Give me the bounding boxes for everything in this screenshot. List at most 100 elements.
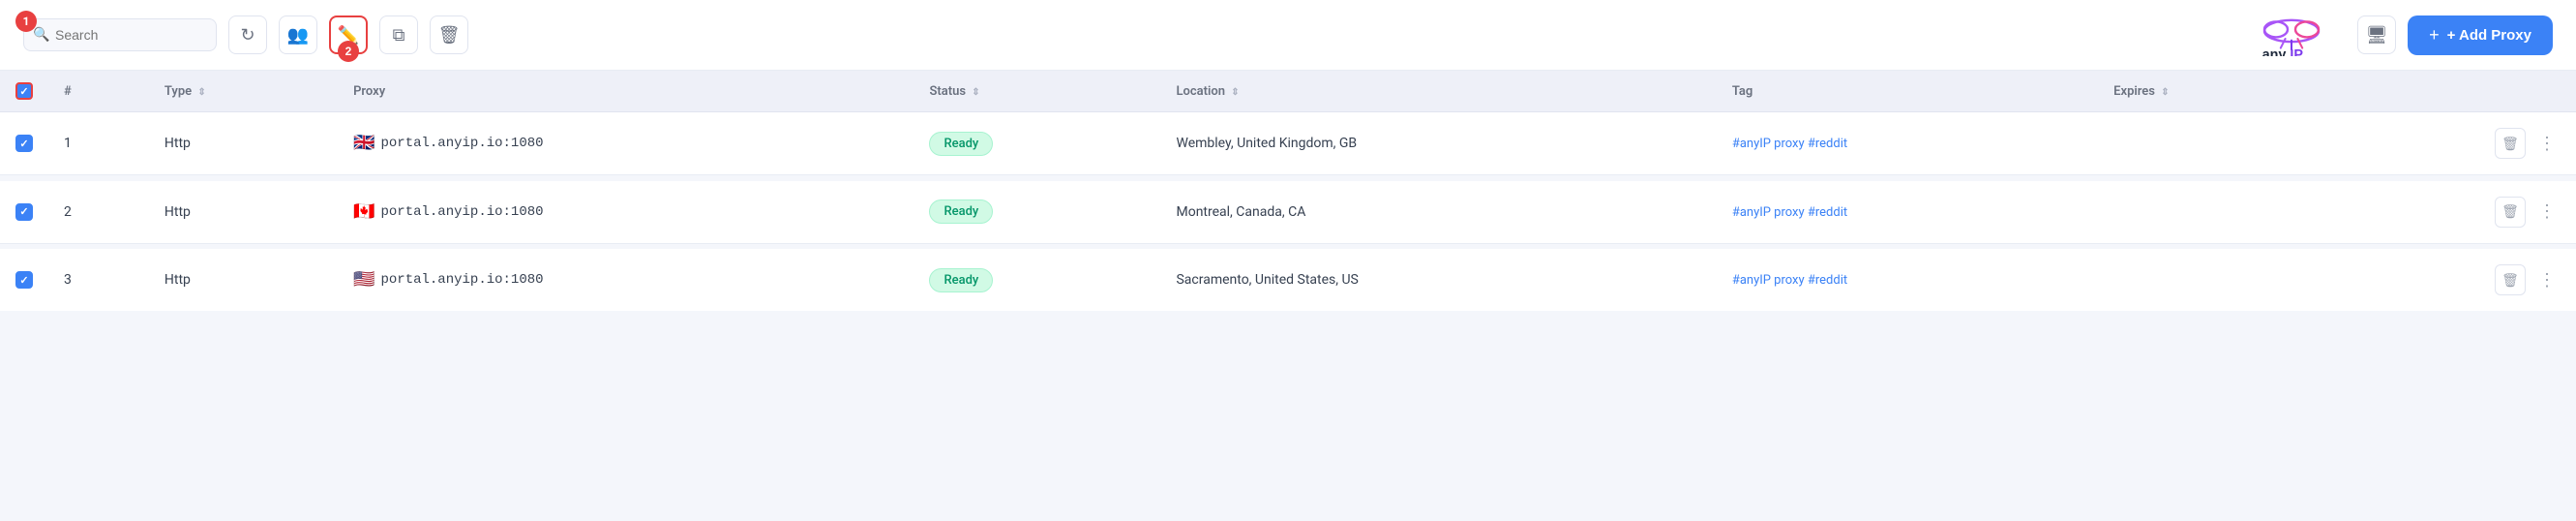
proxy-table: # Type ⇕ Proxy Status ⇕ Location ⇕	[0, 71, 2576, 311]
flag-icon-2: 🇺🇸	[353, 269, 374, 291]
trash-icon-2: 🗑	[2501, 272, 2519, 289]
proxy-address-1[interactable]: portal.anyip.io:1080	[381, 204, 544, 220]
row-number-2: 3	[48, 249, 149, 311]
row-actions-2: 🗑 ⋮	[2323, 249, 2576, 311]
search-wrapper: 1 🔍	[23, 18, 217, 51]
header-type[interactable]: Type ⇕	[149, 71, 338, 112]
header-tag: Tag	[1717, 71, 2098, 112]
status-sort-icon: ⇕	[972, 87, 979, 98]
table-header: # Type ⇕ Proxy Status ⇕ Location ⇕	[0, 71, 2576, 112]
header-checkbox-cell[interactable]	[0, 71, 48, 112]
row-actions-0: 🗑 ⋮	[2323, 112, 2576, 175]
row-tags-1[interactable]: #anyIP proxy #reddit	[1717, 181, 2098, 244]
more-icon-2: ⋮	[2538, 270, 2556, 291]
row-location-0: Wembley, United Kingdom, GB	[1160, 112, 1716, 175]
monitor-icon: 🖥	[2366, 25, 2388, 46]
tag-link-0[interactable]: #anyIP proxy #reddit	[1732, 137, 1847, 151]
proxy-address-0[interactable]: portal.anyip.io:1080	[381, 136, 544, 151]
row-delete-button-0[interactable]: 🗑	[2495, 128, 2526, 159]
row-number-0: 1	[48, 112, 149, 175]
status-badge-1: Ready	[929, 199, 993, 224]
add-proxy-button[interactable]: + + Add Proxy	[2408, 15, 2553, 55]
row-tags-0[interactable]: #anyIP proxy #reddit	[1717, 112, 2098, 175]
type-sort-icon: ⇕	[197, 87, 205, 98]
table-wrapper: # Type ⇕ Proxy Status ⇕ Location ⇕	[0, 71, 2576, 521]
row-checkbox-1[interactable]	[15, 203, 33, 221]
svg-text:IP: IP	[2290, 47, 2303, 56]
badge-1: 1	[15, 11, 37, 32]
trash-icon-0: 🗑	[2501, 136, 2519, 152]
expires-sort-icon: ⇕	[2161, 87, 2169, 98]
table-row: 2 Http 🇨🇦 portal.anyip.io:1080 Ready Mon…	[0, 181, 2576, 244]
trash-icon-1: 🗑	[2501, 203, 2519, 220]
row-proxy-0: 🇬🇧 portal.anyip.io:1080	[338, 112, 914, 175]
copy-icon: ⧉	[393, 25, 405, 46]
row-type-1: Http	[149, 181, 338, 244]
row-more-button-0[interactable]: ⋮	[2533, 130, 2561, 157]
search-input[interactable]	[23, 18, 217, 51]
location-sort-icon: ⇕	[1231, 87, 1239, 98]
logo-svg: any IP	[2253, 14, 2330, 56]
row-expires-2	[2098, 249, 2323, 311]
header-actions	[2323, 71, 2576, 112]
row-expires-1	[2098, 181, 2323, 244]
delete-button[interactable]: 🗑	[430, 15, 468, 54]
refresh-icon: ↻	[240, 25, 255, 46]
tag-link-1[interactable]: #anyIP proxy #reddit	[1732, 205, 1847, 220]
row-status-1: Ready	[914, 181, 1160, 244]
more-icon-1: ⋮	[2538, 201, 2556, 222]
header-location[interactable]: Location ⇕	[1160, 71, 1716, 112]
row-location-2: Sacramento, United States, US	[1160, 249, 1716, 311]
row-checkbox-0[interactable]	[15, 135, 33, 152]
row-checkbox-cell-0[interactable]	[0, 112, 48, 175]
row-status-2: Ready	[914, 249, 1160, 311]
row-checkbox-cell-2[interactable]	[0, 249, 48, 311]
status-badge-2: Ready	[929, 268, 993, 292]
row-checkbox-2[interactable]	[15, 271, 33, 289]
edit-button[interactable]: ✏️ 2	[329, 15, 368, 54]
flag-icon-0: 🇬🇧	[353, 133, 374, 154]
row-number-1: 2	[48, 181, 149, 244]
proxy-address-2[interactable]: portal.anyip.io:1080	[381, 272, 544, 288]
table-row: 3 Http 🇺🇸 portal.anyip.io:1080 Ready Sac…	[0, 249, 2576, 311]
header-number: #	[48, 71, 149, 112]
add-proxy-label: + Add Proxy	[2447, 27, 2531, 44]
plus-icon: +	[2429, 25, 2440, 46]
row-location-1: Montreal, Canada, CA	[1160, 181, 1716, 244]
row-delete-button-2[interactable]: 🗑	[2495, 264, 2526, 295]
copy-button[interactable]: ⧉	[379, 15, 418, 54]
accounts-icon: 👥	[287, 25, 309, 46]
table-row: 1 Http 🇬🇧 portal.anyip.io:1080 Ready Wem…	[0, 112, 2576, 175]
row-more-button-1[interactable]: ⋮	[2533, 199, 2561, 226]
more-icon-0: ⋮	[2538, 134, 2556, 154]
monitor-button[interactable]: 🖥	[2357, 15, 2396, 54]
row-checkbox-cell-1[interactable]	[0, 181, 48, 244]
row-status-0: Ready	[914, 112, 1160, 175]
status-badge-0: Ready	[929, 132, 993, 156]
row-actions-1: 🗑 ⋮	[2323, 181, 2576, 244]
table-body: 1 Http 🇬🇧 portal.anyip.io:1080 Ready Wem…	[0, 112, 2576, 312]
tag-link-2[interactable]: #anyIP proxy #reddit	[1732, 273, 1847, 288]
row-type-2: Http	[149, 249, 338, 311]
accounts-button[interactable]: 👥	[279, 15, 317, 54]
header-proxy: Proxy	[338, 71, 914, 112]
badge-2: 2	[338, 41, 359, 62]
toolbar: 1 🔍 ↻ 👥 ✏️ 2 ⧉ 🗑 any	[0, 0, 2576, 71]
delete-icon: 🗑	[438, 25, 461, 46]
brand-logo: any IP	[2253, 14, 2330, 56]
header-status[interactable]: Status ⇕	[914, 71, 1160, 112]
row-more-button-2[interactable]: ⋮	[2533, 266, 2561, 293]
row-delete-button-1[interactable]: 🗑	[2495, 197, 2526, 228]
header-expires[interactable]: Expires ⇕	[2098, 71, 2323, 112]
row-expires-0	[2098, 112, 2323, 175]
search-icon: 🔍	[33, 27, 49, 43]
svg-text:any: any	[2262, 47, 2287, 56]
select-all-checkbox[interactable]	[15, 82, 33, 100]
row-proxy-2: 🇺🇸 portal.anyip.io:1080	[338, 249, 914, 311]
header-row: # Type ⇕ Proxy Status ⇕ Location ⇕	[0, 71, 2576, 112]
refresh-button[interactable]: ↻	[228, 15, 267, 54]
row-tags-2[interactable]: #anyIP proxy #reddit	[1717, 249, 2098, 311]
row-proxy-1: 🇨🇦 portal.anyip.io:1080	[338, 181, 914, 244]
row-type-0: Http	[149, 112, 338, 175]
flag-icon-1: 🇨🇦	[353, 201, 374, 223]
